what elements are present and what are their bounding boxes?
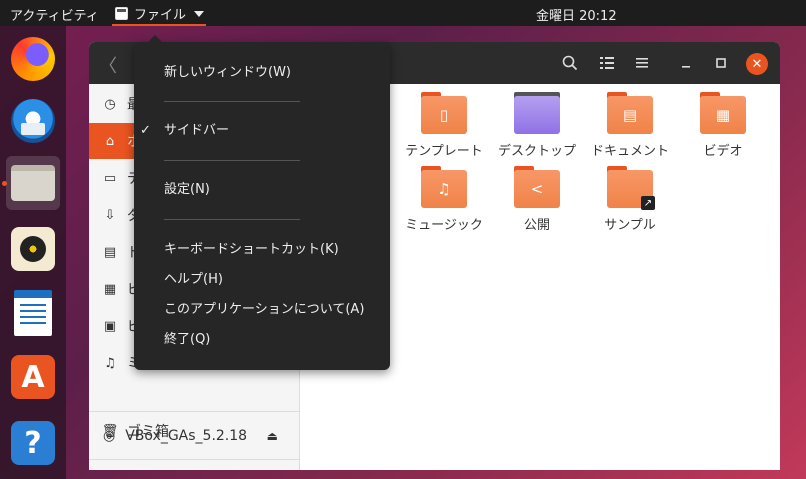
folder-music[interactable]: ♫ ミュージック	[399, 166, 489, 233]
folder-examples[interactable]: ↗ サンプル	[585, 166, 675, 233]
folder-label: ドキュメント	[590, 144, 669, 159]
minimize-icon	[682, 66, 690, 68]
download-icon: ⇩	[104, 207, 116, 223]
folder-public[interactable]: < 公開	[492, 166, 582, 233]
menu-item-new-window[interactable]: 新しいウィンドウ(W)	[164, 62, 291, 84]
menu-separator	[164, 101, 300, 102]
music-icon: ♫	[104, 355, 116, 371]
running-indicator	[2, 181, 7, 186]
device-label: VBox_GAs_5.2.18	[125, 428, 248, 444]
recent-icon: ◷	[104, 96, 116, 112]
caret-down-icon	[194, 10, 205, 17]
files-app-icon	[115, 7, 128, 20]
disc-icon: ◎	[103, 428, 116, 444]
folder-label: デスクトップ	[497, 144, 576, 159]
top-bar: アクティビティ ファイル 金曜日 20:12	[0, 0, 806, 26]
thunderbird-icon	[11, 99, 55, 143]
app-menu-active-indicator	[112, 24, 206, 26]
view-list-button[interactable]	[596, 52, 618, 74]
share-icon: <	[514, 170, 560, 208]
document-icon: ▤	[103, 244, 117, 260]
back-button[interactable]: 〈	[99, 52, 121, 77]
menu-item-quit[interactable]: 終了(Q)	[164, 329, 210, 351]
dock-writer[interactable]	[6, 286, 60, 340]
activities-button[interactable]: アクティビティ	[10, 5, 99, 24]
sidebar-separator	[89, 411, 300, 412]
dock-thunderbird[interactable]	[6, 94, 60, 148]
dock-rhythmbox[interactable]	[6, 222, 60, 276]
close-button[interactable]: ✕	[746, 53, 768, 75]
folder-templates[interactable]: ▯ テンプレート	[399, 92, 489, 159]
dock-firefox[interactable]	[6, 32, 60, 86]
maximize-icon	[716, 58, 726, 68]
document-folder-icon: ▤	[607, 96, 653, 134]
symlink-arrow-icon: ↗	[641, 196, 655, 210]
video-folder-icon: ▦	[700, 96, 746, 134]
template-icon: ▯	[421, 96, 467, 134]
folder-label: ビデオ	[703, 144, 743, 159]
list-view-icon	[600, 57, 614, 69]
desktop-icon: ▭	[103, 170, 117, 186]
folder-videos[interactable]: ▦ ビデオ	[678, 92, 768, 159]
minimize-button[interactable]	[675, 52, 697, 74]
home-icon: ⌂	[105, 133, 115, 149]
folder-desktop[interactable]: デスクトップ	[492, 92, 582, 159]
hamburger-icon	[636, 58, 648, 68]
menu-item-about[interactable]: このアプリケーションについて(A)	[164, 299, 364, 321]
sidebar-separator	[89, 459, 300, 460]
folder-label: ミュージック	[405, 218, 483, 233]
search-icon	[562, 55, 578, 71]
clock[interactable]: 金曜日 20:12	[536, 5, 617, 24]
menu-item-preferences[interactable]: 設定(N)	[164, 179, 210, 201]
help-icon: ?	[11, 421, 55, 465]
sidebar-item-device[interactable]: ◎ VBox_GAs_5.2.18 ⏏	[89, 418, 300, 454]
check-icon: ✓	[140, 123, 151, 138]
app-menu-label: ファイル	[134, 8, 187, 23]
menu-separator	[164, 160, 300, 161]
video-icon: ▦	[103, 281, 117, 297]
app-menu-button[interactable]: ファイル	[115, 4, 205, 23]
writer-icon	[14, 290, 52, 336]
folder-label: テンプレート	[405, 144, 483, 159]
dock: A ?	[0, 26, 66, 479]
menu-item-sidebar[interactable]: サイドバー	[164, 120, 229, 142]
folder-documents[interactable]: ▤ ドキュメント	[585, 92, 675, 159]
maximize-button[interactable]	[710, 52, 732, 74]
software-icon: A	[11, 355, 55, 399]
dock-software[interactable]: A	[6, 350, 60, 404]
app-dropdown-menu: 新しいウィンドウ(W) ✓ サイドバー 設定(N) キーボードショートカット(K…	[134, 35, 390, 370]
folder-label: サンプル	[604, 218, 656, 233]
rhythmbox-icon	[11, 227, 55, 271]
menu-button[interactable]	[631, 52, 653, 74]
picture-icon: ▣	[103, 318, 117, 334]
music-folder-icon: ♫	[421, 170, 467, 208]
search-button[interactable]	[559, 52, 581, 74]
firefox-icon	[11, 37, 55, 81]
folder-label: 公開	[523, 218, 550, 233]
files-icon	[11, 165, 55, 201]
dock-files[interactable]	[6, 156, 60, 210]
menu-item-keyboard-shortcuts[interactable]: キーボードショートカット(K)	[164, 239, 339, 261]
menu-item-help[interactable]: ヘルプ(H)	[164, 269, 223, 291]
menu-separator	[164, 219, 300, 220]
dock-help[interactable]: ?	[6, 416, 60, 470]
eject-icon[interactable]: ⏏	[267, 429, 278, 443]
desktop-folder-icon	[514, 96, 560, 134]
